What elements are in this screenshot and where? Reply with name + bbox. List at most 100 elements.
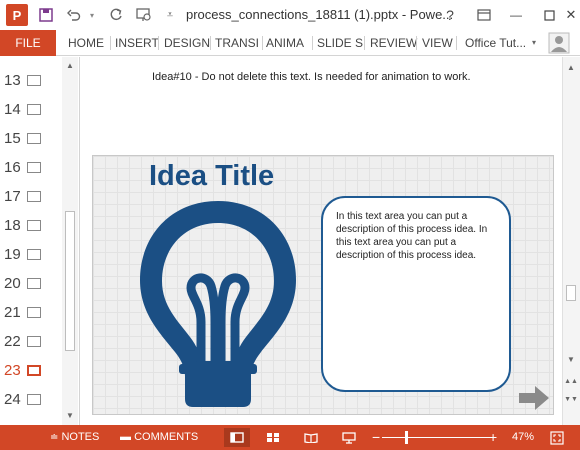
slide-thumb-icon[interactable] [27, 307, 41, 318]
thumbnail-item[interactable]: 15 [0, 125, 62, 154]
notes-button[interactable]: ≐ NOTES [50, 425, 99, 450]
tab-file[interactable]: FILE [0, 30, 56, 56]
tab-animations[interactable]: ANIMA [266, 30, 304, 56]
slide-number: 21 [4, 304, 21, 321]
thumbnail-item[interactable]: 21 [0, 299, 62, 328]
scroll-up-icon[interactable]: ▲ [62, 59, 78, 73]
lightbulb-icon[interactable] [133, 196, 303, 411]
account-dropdown-icon[interactable]: ▾ [532, 30, 536, 56]
minimize-button[interactable]: — [504, 0, 528, 30]
thumbnail-item[interactable]: 16 [0, 154, 62, 183]
close-button[interactable]: ✕ [562, 0, 580, 30]
slide-thumb-icon[interactable] [27, 336, 41, 347]
slide-thumb-icon[interactable] [27, 365, 41, 376]
tab-review[interactable]: REVIEW [370, 30, 417, 56]
thumbnail-item[interactable]: 17 [0, 183, 62, 212]
slide-thumb-icon[interactable] [27, 104, 41, 115]
tab-divider [262, 36, 263, 50]
zoom-out-button[interactable]: − [372, 425, 380, 450]
tab-insert[interactable]: INSERT [115, 30, 159, 56]
tab-divider [456, 36, 457, 50]
slide-thumb-icon[interactable] [27, 394, 41, 405]
start-slideshow-icon[interactable] [134, 0, 154, 30]
slide-number: 22 [4, 333, 21, 350]
tab-slideshow[interactable]: SLIDE S [317, 30, 363, 56]
slide-sorter-button[interactable] [260, 428, 286, 447]
editor-scrollbar[interactable]: ▲ ▼ ▲▲ ▼▼ [562, 57, 580, 425]
fit-to-window-button[interactable] [544, 428, 570, 447]
maximize-button[interactable] [536, 0, 562, 30]
thumbnail-item[interactable]: 22 [0, 328, 62, 357]
current-slide[interactable]: Idea Title In this text area you can put… [92, 155, 554, 415]
slide-thumb-icon[interactable] [27, 249, 41, 260]
zoom-slider[interactable] [382, 437, 490, 438]
normal-view-icon [230, 432, 244, 443]
slide-thumb-icon[interactable] [27, 191, 41, 202]
scroll-down-icon[interactable]: ▼ [563, 353, 579, 367]
tab-divider [416, 36, 417, 50]
slideshow-view-button[interactable] [336, 428, 362, 447]
redo-icon[interactable] [106, 0, 126, 30]
slide-thumb-icon[interactable] [27, 278, 41, 289]
slide-number: 17 [4, 188, 21, 205]
zoom-slider-handle[interactable] [405, 431, 408, 444]
slide-number: 20 [4, 275, 21, 292]
undo-dropdown-icon[interactable]: ▾ [86, 0, 98, 30]
slide-thumb-icon[interactable] [27, 133, 41, 144]
comment-icon: ▬ [120, 431, 131, 443]
undo-icon[interactable] [64, 0, 84, 30]
tab-transitions[interactable]: TRANSI [215, 30, 259, 56]
idea-title[interactable]: Idea Title [149, 156, 274, 196]
tab-home[interactable]: HOME [68, 30, 104, 56]
slide-number: 18 [4, 217, 21, 234]
thumbnail-item[interactable]: 19 [0, 241, 62, 270]
thumbnail-item[interactable]: 23 [0, 357, 62, 386]
next-arrow-icon[interactable] [517, 384, 551, 412]
tab-divider [158, 36, 159, 50]
user-avatar[interactable] [548, 30, 574, 56]
notes-label: NOTES [61, 431, 100, 443]
customize-toolbar-icon[interactable]: ⩡ [162, 0, 178, 30]
document-title: process_connections_18811 (1).pptx - Pow… [186, 7, 454, 22]
slide-thumb-icon[interactable] [27, 75, 41, 86]
slide-number: 24 [4, 391, 21, 408]
description-text-box[interactable]: In this text area you can put a descript… [321, 196, 511, 392]
next-slide-icon[interactable]: ▼▼ [563, 393, 579, 407]
account-name[interactable]: Office Tut... [465, 30, 526, 56]
tab-view[interactable]: VIEW [422, 30, 453, 56]
thumbnail-item[interactable]: 18 [0, 212, 62, 241]
previous-slide-icon[interactable]: ▲▲ [563, 375, 579, 389]
thumbnails-scrollbar[interactable]: ▲ ▼ [62, 57, 78, 425]
comments-label: COMMENTS [134, 431, 199, 443]
scrollbar-thumb[interactable] [65, 211, 75, 351]
reading-view-button[interactable] [298, 428, 324, 447]
scrollbar-thumb[interactable] [566, 285, 576, 301]
slide-number: 13 [4, 72, 21, 89]
tab-design[interactable]: DESIGN [164, 30, 210, 56]
description-text[interactable]: In this text area you can put a descript… [336, 210, 496, 262]
help-button[interactable]: ? [440, 0, 460, 30]
zoom-in-button[interactable]: + [489, 425, 497, 450]
scroll-up-icon[interactable]: ▲ [563, 61, 579, 75]
zoom-level[interactable]: 47% [512, 425, 534, 450]
tab-divider [210, 36, 211, 50]
slide-number: 16 [4, 159, 21, 176]
slide-thumb-icon[interactable] [27, 220, 41, 231]
scroll-down-icon[interactable]: ▼ [62, 409, 78, 423]
ribbon-display-options-icon[interactable] [474, 0, 494, 30]
thumbnail-item[interactable]: 24 [0, 386, 62, 415]
save-icon[interactable] [36, 0, 56, 30]
powerpoint-window: P ▾ ⩡ process_connections_18811 (1).pptx… [0, 0, 580, 450]
slide-thumbnails-pane: 13 14 15 16 17 18 19 20 21 22 23 24 ▲ ▼ [0, 57, 80, 425]
slide-number: 15 [4, 130, 21, 147]
comments-button[interactable]: ▬ COMMENTS [120, 425, 198, 450]
ribbon-tabs: FILE HOME INSERT DESIGN TRANSI ANIMA SLI… [0, 30, 580, 56]
normal-view-button[interactable] [224, 428, 250, 447]
slideshow-icon [342, 431, 356, 444]
thumbnail-item[interactable]: 20 [0, 270, 62, 299]
animation-note-text[interactable]: Idea#10 - Do not delete this text. Is ne… [152, 71, 471, 83]
thumbnail-item[interactable]: 14 [0, 96, 62, 125]
thumbnail-item[interactable]: 13 [0, 67, 62, 96]
powerpoint-logo-icon: P [6, 4, 28, 26]
slide-thumb-icon[interactable] [27, 162, 41, 173]
